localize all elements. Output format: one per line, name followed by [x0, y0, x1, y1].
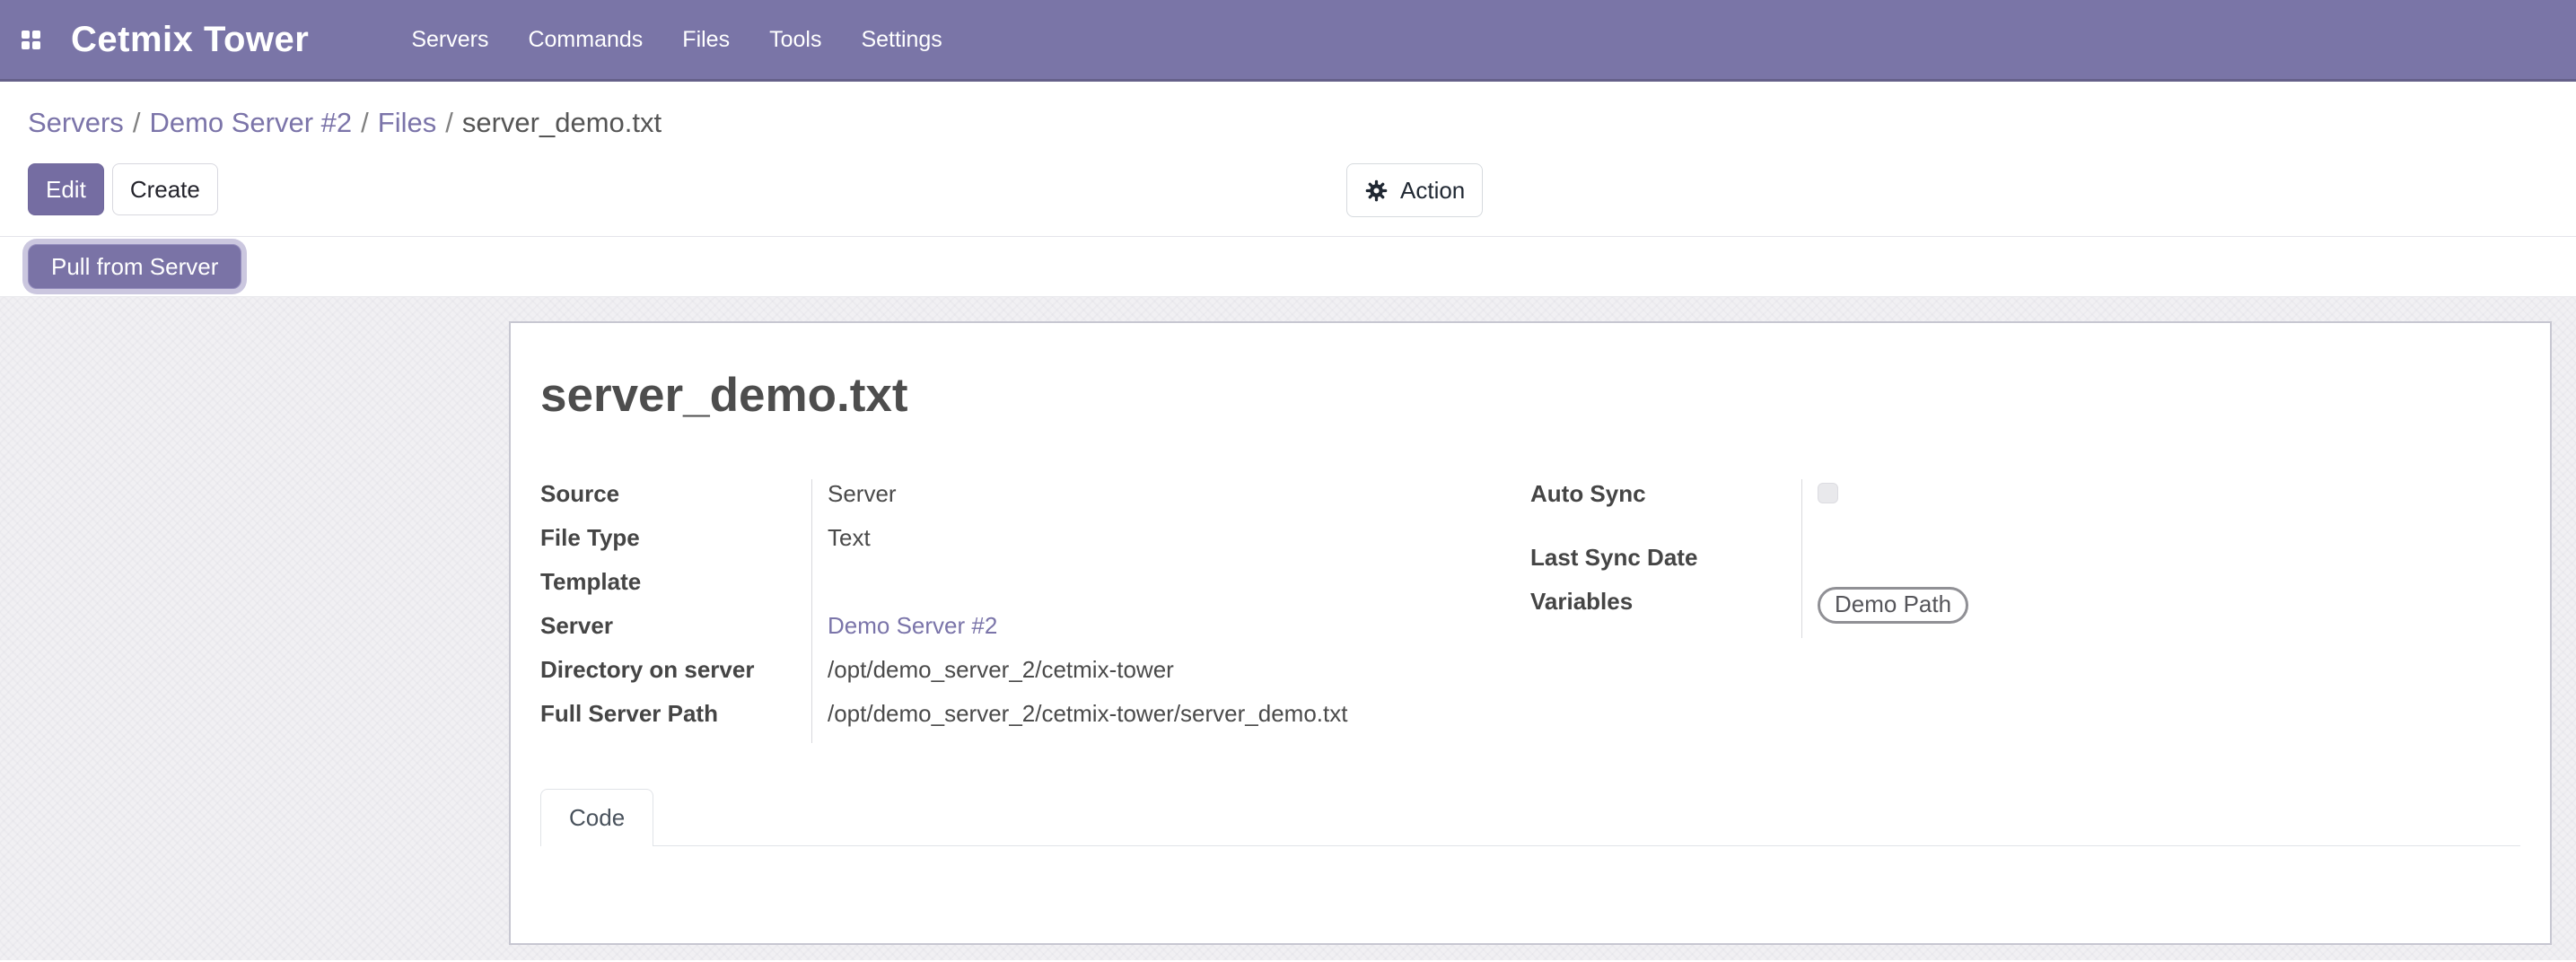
field-value-file-type: Text [811, 523, 1530, 567]
app-brand[interactable]: Cetmix Tower [71, 20, 309, 60]
breadcrumb-link-files[interactable]: Files [378, 107, 436, 138]
field-label-server: Server [540, 611, 811, 655]
menu-item-commands[interactable]: Commands [526, 22, 644, 58]
field-value-auto-sync [1801, 479, 2520, 543]
server-link[interactable]: Demo Server #2 [828, 612, 997, 639]
breadcrumb-link-servers[interactable]: Servers [28, 107, 124, 138]
field-label-file-type: File Type [540, 523, 811, 567]
apps-grid-square [32, 41, 40, 49]
field-group-1: SourceServerFile TypeTextTemplateServerD… [540, 479, 1530, 743]
field-label-full-server-path: Full Server Path [540, 699, 811, 743]
control-panel: Servers / Demo Server #2 / Files / server_demo… [0, 82, 2576, 236]
menu-item-servers[interactable]: Servers [409, 22, 490, 58]
menu-item-settings[interactable]: Settings [859, 22, 943, 58]
action-button[interactable]: Action [1346, 163, 1483, 217]
pull-from-server-button[interactable]: Pull from Server [28, 244, 241, 289]
action-button-label: Action [1400, 177, 1465, 205]
code-tab-pane [540, 846, 2520, 936]
field-value-directory-on-server: /opt/demo_server_2/cetmix-tower [811, 655, 1530, 699]
apps-grid-square [22, 41, 30, 49]
gear-icon [1364, 179, 1389, 203]
field-label-variables: Variables [1530, 587, 1801, 638]
content-background: server_demo.txt SourceServerFile TypeTex… [0, 297, 2576, 960]
breadcrumb-current: server_demo.txt [462, 107, 662, 138]
notebook-tabs: Code [540, 789, 2520, 846]
menu-item-tools[interactable]: Tools [767, 22, 823, 58]
notebook: Code [540, 789, 2520, 936]
field-value-source: Server [811, 479, 1530, 523]
apps-grid-icon[interactable] [22, 31, 41, 49]
field-value-full-server-path: /opt/demo_server_2/cetmix-tower/server_d… [811, 699, 1530, 743]
tab-code[interactable]: Code [540, 789, 653, 846]
button-row: Edit Create [28, 163, 2576, 215]
field-value-last-sync-date [1801, 543, 2520, 587]
field-value-template [811, 567, 1530, 611]
breadcrumb: Servers / Demo Server #2 / Files / server_demo… [28, 105, 2576, 141]
field-value-variables: Demo Path [1801, 587, 2520, 638]
menu-item-files[interactable]: Files [680, 22, 732, 58]
form-sheet: server_demo.txt SourceServerFile TypeTex… [509, 321, 2552, 945]
field-label-directory-on-server: Directory on server [540, 655, 811, 699]
variable-tag-demo-path: Demo Path [1818, 587, 1968, 624]
create-button[interactable]: Create [112, 163, 218, 215]
field-label-last-sync-date: Last Sync Date [1530, 543, 1801, 587]
navbar-menu: Servers Commands Files Tools Settings [409, 22, 943, 58]
field-groups: SourceServerFile TypeTextTemplateServerD… [540, 479, 2520, 743]
auto-sync-checkbox[interactable] [1818, 483, 1838, 503]
apps-grid-square [32, 31, 40, 39]
field-value-server: Demo Server #2 [811, 611, 1530, 655]
breadcrumb-link-demo-server-2[interactable]: Demo Server #2 [149, 107, 352, 138]
field-label-source: Source [540, 479, 811, 523]
breadcrumb-separator: / [133, 107, 141, 138]
breadcrumb-separator: / [361, 107, 369, 138]
field-label-auto-sync: Auto Sync [1530, 479, 1801, 543]
top-navbar: Cetmix Tower ServersCommandsFilesToolsSe… [0, 0, 2576, 82]
apps-grid-square [22, 31, 30, 39]
edit-button[interactable]: Edit [28, 163, 104, 215]
record-title: server_demo.txt [540, 366, 2520, 425]
field-label-template: Template [540, 567, 811, 611]
form-statusbar: Pull from Server [0, 236, 2576, 297]
field-group-2: Auto SyncLast Sync DateVariables Demo Pat… [1530, 479, 2520, 743]
breadcrumb-separator: / [445, 107, 453, 138]
